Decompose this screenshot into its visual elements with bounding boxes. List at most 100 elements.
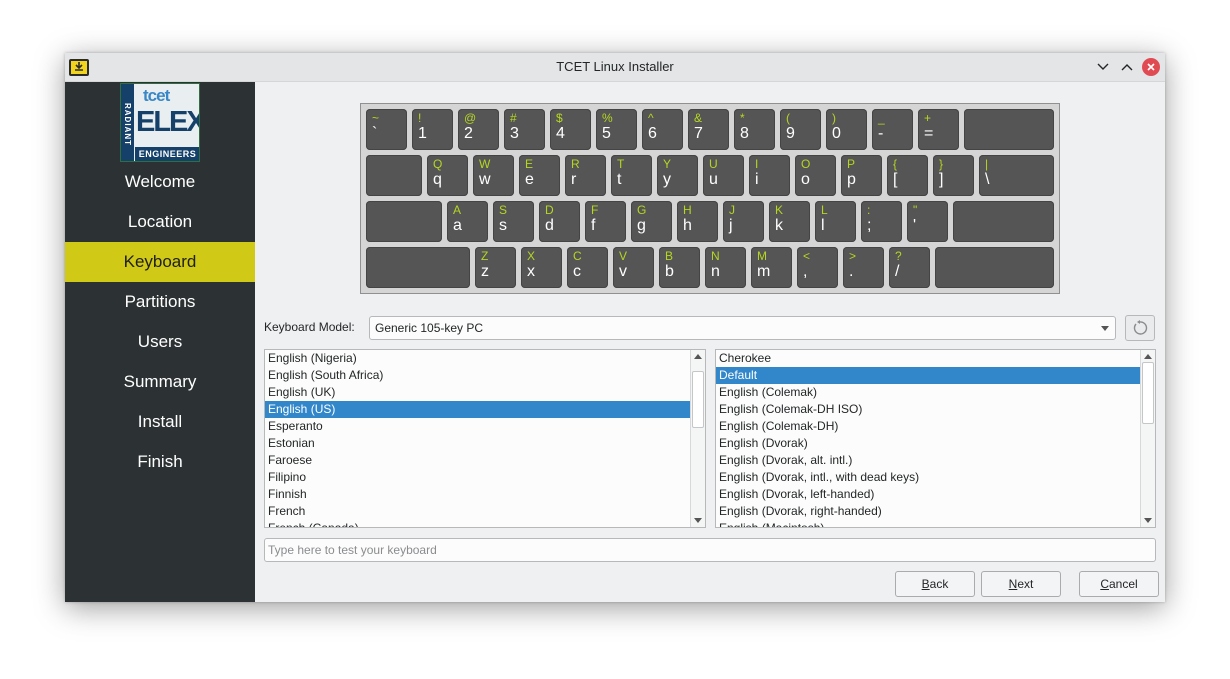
keycap-shift-legend: " <box>913 203 918 217</box>
keycap: Cc <box>567 247 608 288</box>
logo-bottom-text: ENGINEERS <box>135 147 199 161</box>
keycap-shift-legend: C <box>573 249 582 263</box>
list-item[interactable]: English (US) <box>265 401 690 418</box>
keycap-shift-legend: > <box>849 249 857 263</box>
keycap: Gg <box>631 201 672 242</box>
cancel-button[interactable]: Cancel <box>1079 571 1159 597</box>
sidebar-item-install[interactable]: Install <box>65 402 255 442</box>
keycap-shift-legend: V <box>619 249 628 263</box>
keycap: Ee <box>519 155 560 196</box>
keycap-shift-legend: W <box>479 157 491 171</box>
keycap-base-legend: b <box>665 263 674 280</box>
keycap-shift-legend: P <box>847 157 856 171</box>
keycap-base-legend: / <box>895 263 900 280</box>
variant-list[interactable]: Cherokee Default English (Colemak) English … <box>715 349 1156 528</box>
keyboard-test-input[interactable] <box>264 538 1156 562</box>
scroll-up-icon[interactable] <box>694 354 702 359</box>
list-item[interactable]: English (Dvorak, intl., with dead keys) <box>716 469 1140 486</box>
scroll-thumb[interactable] <box>1142 362 1154 424</box>
keycap-shift-legend: | <box>985 157 989 171</box>
list-item[interactable]: English (South Africa) <box>265 367 690 384</box>
layout-list[interactable]: English (Nigeria) English (South Africa) E… <box>264 349 706 528</box>
keycap-base-legend: r <box>571 171 577 188</box>
close-icon[interactable] <box>1142 58 1160 76</box>
keycap-shift-legend: % <box>602 111 613 125</box>
list-item[interactable]: English (Colemak-DH ISO) <box>716 401 1140 418</box>
keycap-shift-legend: R <box>571 157 580 171</box>
keycap: Vv <box>613 247 654 288</box>
list-item[interactable]: Finnish <box>265 486 690 503</box>
keycap: Yy <box>657 155 698 196</box>
list-item[interactable]: English (Colemak) <box>716 384 1140 401</box>
list-item[interactable]: English (Dvorak) <box>716 435 1140 452</box>
sidebar-item-finish[interactable]: Finish <box>65 442 255 482</box>
keycap: Jj <box>723 201 764 242</box>
reset-model-button[interactable] <box>1125 315 1155 341</box>
minimize-icon[interactable] <box>1094 58 1112 76</box>
back-button[interactable]: Back <box>895 571 975 597</box>
keycap-shift-legend: } <box>939 157 944 171</box>
keycap-base-legend: f <box>591 217 596 234</box>
list-item[interactable]: English (Colemak-DH) <box>716 418 1140 435</box>
list-item[interactable]: French (Canada) <box>265 520 690 527</box>
list-item[interactable]: Default <box>716 367 1140 384</box>
keycap-shift-legend: N <box>711 249 720 263</box>
sidebar-item-users[interactable]: Users <box>65 322 255 362</box>
list-item[interactable]: Esperanto <box>265 418 690 435</box>
sidebar-item-welcome[interactable]: Welcome <box>65 162 255 202</box>
keycap: Hh <box>677 201 718 242</box>
keycap-base-legend: m <box>757 263 771 280</box>
sidebar-item-keyboard[interactable]: Keyboard <box>65 242 255 282</box>
keycap-shift-legend: L <box>821 203 828 217</box>
scroll-down-icon[interactable] <box>694 518 702 523</box>
keycap-base-legend: 3 <box>510 125 519 142</box>
keycap <box>366 201 442 242</box>
keycap: Nn <box>705 247 746 288</box>
chevron-down-icon <box>1101 326 1109 331</box>
keycap: #3 <box>504 109 545 150</box>
keyboard-model-select[interactable]: Generic 105-key PC <box>369 316 1116 340</box>
list-item[interactable]: English (Nigeria) <box>265 350 690 367</box>
keycap-base-legend: c <box>573 263 581 280</box>
scroll-up-icon[interactable] <box>1144 354 1152 359</box>
list-item[interactable]: Faroese <box>265 452 690 469</box>
keycap-base-legend: . <box>849 263 854 280</box>
maximize-icon[interactable] <box>1118 58 1136 76</box>
keycap: Qq <box>427 155 468 196</box>
keycap-base-legend: 1 <box>418 125 427 142</box>
keycap-shift-legend: $ <box>556 111 563 125</box>
list-item[interactable]: English (Dvorak, right-handed) <box>716 503 1140 520</box>
keycap-shift-legend: ? <box>895 249 902 263</box>
scroll-down-icon[interactable] <box>1144 518 1152 523</box>
keycap-shift-legend: H <box>683 203 692 217</box>
keycap: (9 <box>780 109 821 150</box>
list-item[interactable]: English (Dvorak, alt. intl.) <box>716 452 1140 469</box>
list-item[interactable]: English (UK) <box>265 384 690 401</box>
keycap-base-legend: \ <box>985 171 990 188</box>
list-item[interactable]: Estonian <box>265 435 690 452</box>
keycap: Zz <box>475 247 516 288</box>
variant-scrollbar[interactable] <box>1140 350 1155 527</box>
product-logo: RADIANT tcet ELEX ENGINEERS <box>120 83 200 162</box>
sidebar-item-location[interactable]: Location <box>65 202 255 242</box>
list-item[interactable]: French <box>265 503 690 520</box>
sidebar-item-summary[interactable]: Summary <box>65 362 255 402</box>
next-button[interactable]: Next <box>981 571 1061 597</box>
keycap: Dd <box>539 201 580 242</box>
sidebar-item-partitions[interactable]: Partitions <box>65 282 255 322</box>
layout-scrollbar[interactable] <box>690 350 705 527</box>
keycap-shift-legend: T <box>617 157 625 171</box>
keycap: & 7 <box>688 109 729 150</box>
keycap-shift-legend: S <box>499 203 508 217</box>
list-item[interactable]: English (Dvorak, left-handed) <box>716 486 1140 503</box>
keycap: Ww <box>473 155 514 196</box>
list-item[interactable]: Filipino <box>265 469 690 486</box>
scroll-thumb[interactable] <box>692 371 704 428</box>
keycap-shift-legend: < <box>803 249 811 263</box>
reset-icon <box>1133 320 1148 335</box>
list-item[interactable]: Cherokee <box>716 350 1140 367</box>
keycap-base-legend: h <box>683 217 692 234</box>
list-item[interactable]: English (Macintosh) <box>716 520 1140 527</box>
keycap: Aa <box>447 201 488 242</box>
keycap-shift-legend: & <box>694 111 703 125</box>
